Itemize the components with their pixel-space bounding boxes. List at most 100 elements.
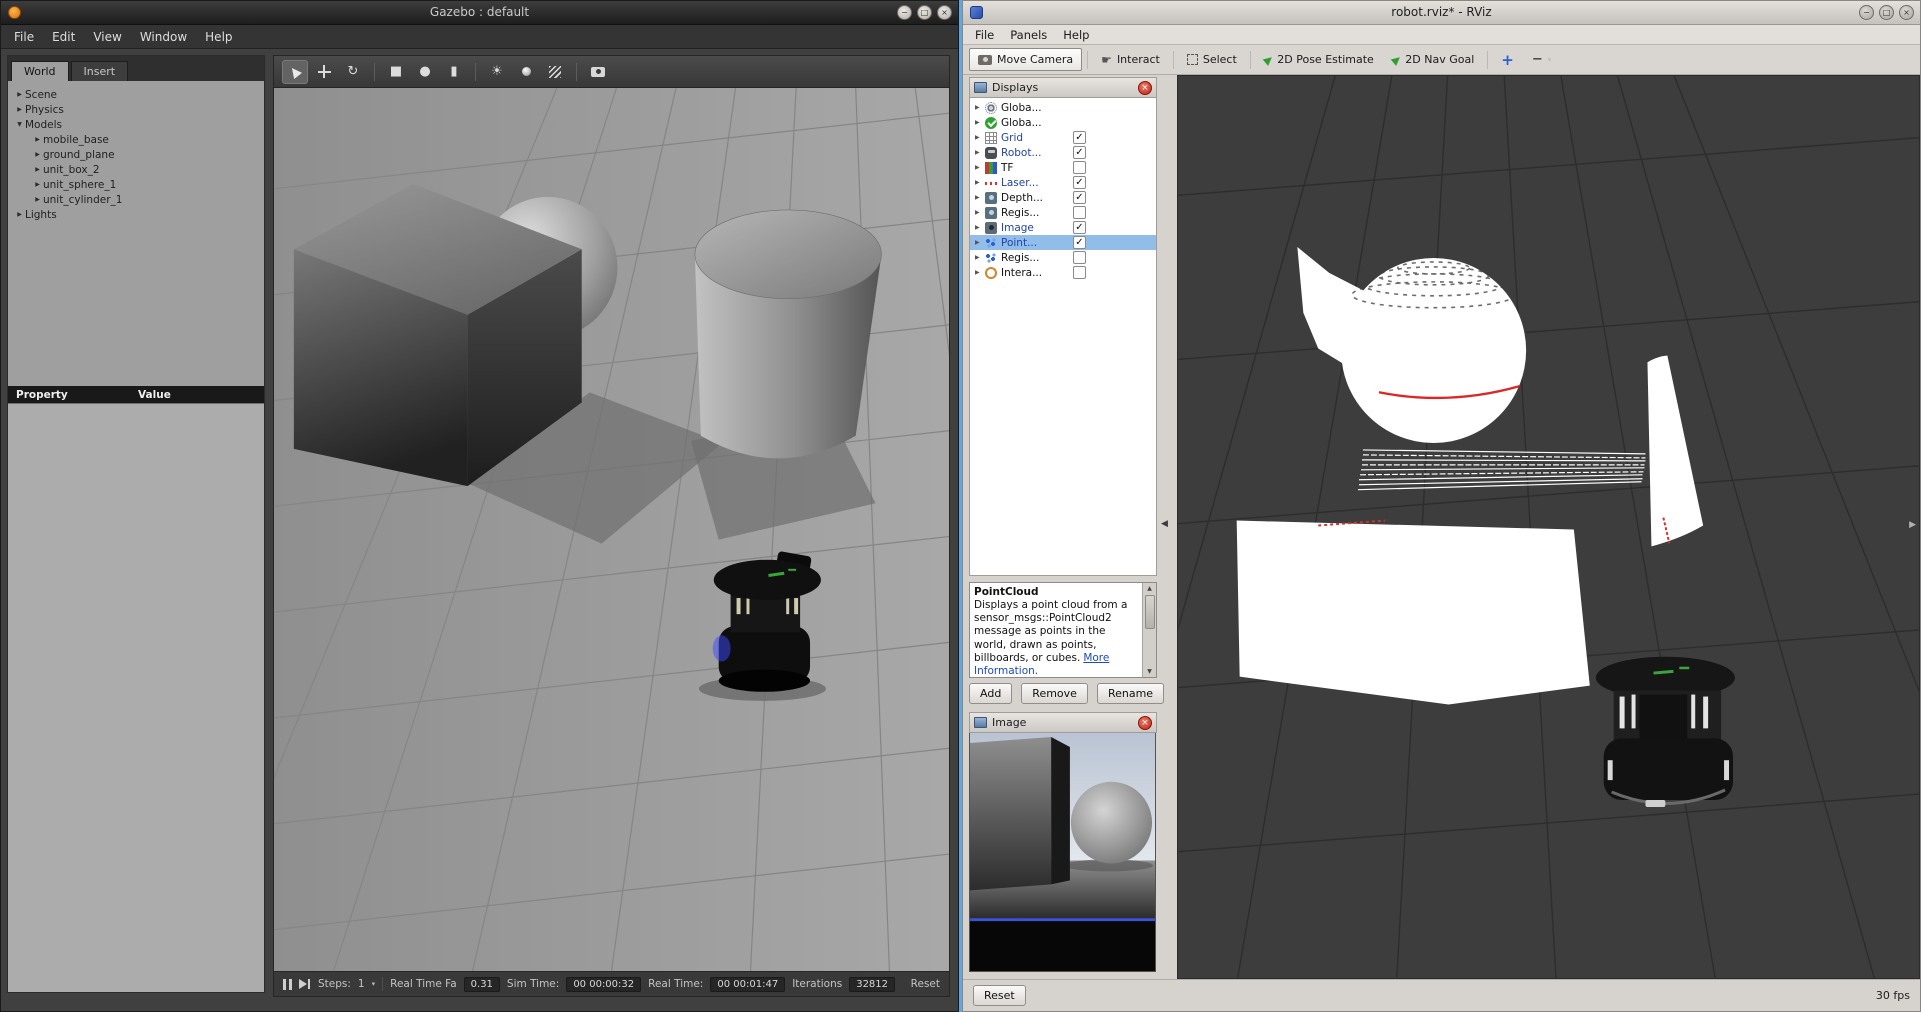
rename-display-button[interactable]: Rename [1097,683,1164,704]
expand-icon[interactable]: ▶ [975,254,985,261]
add-tool-button[interactable]: + [1493,47,1522,73]
translate-tool[interactable] [311,60,337,84]
menu-view[interactable]: View [84,28,130,46]
scrollbar-thumb[interactable] [1145,595,1155,629]
close-button[interactable]: × [937,5,952,20]
grid-checkbox[interactable]: ✓ [1073,131,1086,144]
insert-box-tool[interactable]: ■ [383,60,409,84]
expand-icon[interactable]: ▶ [32,196,43,203]
maximize-button[interactable]: □ [917,5,932,20]
step-button[interactable] [299,979,307,989]
tool-select[interactable]: Select [1179,49,1245,70]
scroll-up-icon[interactable]: ▲ [1143,585,1156,593]
display-row-image[interactable]: ▶ Image ✓ [970,220,1156,235]
gazebo-3d-scene[interactable] [274,88,949,971]
display-row-laserscan[interactable]: ▶ Laser... ✓ [970,175,1156,190]
display-row-grid[interactable]: ▶ Grid ✓ [970,130,1156,145]
menu-help[interactable]: Help [196,28,241,46]
spot-light-tool[interactable] [513,60,539,84]
insert-sphere-tool[interactable]: ● [412,60,438,84]
expand-icon[interactable]: ▶ [975,104,985,111]
expand-icon[interactable]: ▶ [14,106,25,113]
display-row-global-options[interactable]: ▶ Globa... [970,100,1156,115]
laserscan-checkbox[interactable]: ✓ [1073,176,1086,189]
close-displays-button[interactable]: × [1138,81,1152,95]
collapse-icon[interactable]: ▼ [14,121,25,128]
tree-item-unit-sphere[interactable]: ▶ unit_sphere_1 [8,177,264,192]
collapse-panel-arrow[interactable]: ◀ [1161,519,1168,529]
expand-icon[interactable]: ▶ [975,179,985,186]
menu-window[interactable]: Window [131,28,196,46]
display-row-depthcloud[interactable]: ▶ Depth... ✓ [970,190,1156,205]
steps-spinner[interactable]: ▾ [372,980,376,988]
display-row-registered-pointcloud[interactable]: ▶ Regis... [970,250,1156,265]
tab-world[interactable]: World [11,61,69,81]
expand-icon[interactable]: ▶ [975,134,985,141]
display-row-pointcloud[interactable]: ▶ Point... ✓ [970,235,1156,250]
tool-2d-nav-goal[interactable]: ▶ 2D Nav Goal [1384,49,1482,70]
unit-cylinder[interactable] [695,210,882,458]
registered-depthcloud-checkbox[interactable] [1073,206,1086,219]
expand-icon[interactable]: ▶ [32,136,43,143]
tool-interact[interactable]: ☛ Interact [1093,49,1168,71]
tool-move-camera[interactable]: Move Camera [969,48,1082,71]
image-panel-header[interactable]: Image × [969,712,1157,733]
tree-item-unit-cylinder[interactable]: ▶ unit_cylinder_1 [8,192,264,207]
expand-icon[interactable]: ▶ [975,239,985,246]
expand-icon[interactable]: ▶ [975,194,985,201]
registered-pointcloud-checkbox[interactable] [1073,251,1086,264]
display-row-global-status[interactable]: ▶ Globa... [970,115,1156,130]
reset-button[interactable]: Reset [911,978,940,990]
steps-value[interactable]: 1 [358,978,365,990]
menu-help[interactable]: Help [1055,27,1097,43]
pointcloud-checkbox[interactable]: ✓ [1073,236,1086,249]
scroll-down-icon[interactable]: ▼ [1143,668,1156,676]
rviz-3d-viewport[interactable]: ▶ [1177,75,1920,979]
add-display-button[interactable]: Add [969,683,1012,704]
description-scrollbar[interactable]: ▲ ▼ [1142,583,1156,677]
robotmodel-checkbox[interactable]: ✓ [1073,146,1086,159]
remove-tool-button[interactable]: − ▾ [1524,48,1559,71]
directional-light-tool[interactable] [542,60,568,84]
point-light-tool[interactable]: ☀ [484,60,510,84]
expand-icon[interactable]: ▶ [975,149,985,156]
menu-panels[interactable]: Panels [1002,27,1055,43]
expand-icon[interactable]: ▶ [975,224,985,231]
menu-file[interactable]: File [967,27,1002,43]
gazebo-titlebar[interactable]: Gazebo : default − □ × [1,1,958,25]
tree-item-scene[interactable]: ▶ Scene [8,87,264,102]
expand-icon[interactable]: ▶ [32,151,43,158]
displays-panel-header[interactable]: Displays × [969,77,1157,98]
depthcloud-checkbox[interactable]: ✓ [1073,191,1086,204]
interactive-markers-checkbox[interactable] [1073,266,1086,279]
expand-icon[interactable]: ▶ [975,209,985,216]
reset-button[interactable]: Reset [973,985,1026,1006]
tool-2d-pose-estimate[interactable]: ▶ 2D Pose Estimate [1256,49,1382,70]
rotate-tool[interactable]: ↻ [340,60,366,84]
tf-checkbox[interactable] [1073,161,1086,174]
screenshot-tool[interactable] [585,60,611,84]
expand-views-arrow[interactable]: ▶ [1909,520,1916,530]
close-button[interactable]: × [1899,5,1914,20]
remove-display-button[interactable]: Remove [1021,683,1088,704]
expand-icon[interactable]: ▶ [32,166,43,173]
display-row-tf[interactable]: ▶ TF [970,160,1156,175]
tree-item-physics[interactable]: ▶ Physics [8,102,264,117]
menu-edit[interactable]: Edit [43,28,84,46]
tab-insert[interactable]: Insert [71,61,129,81]
close-image-button[interactable]: × [1138,716,1152,730]
expand-icon[interactable]: ▶ [14,211,25,218]
tree-item-ground-plane[interactable]: ▶ ground_plane [8,147,264,162]
expand-icon[interactable]: ▶ [975,269,985,276]
menu-file[interactable]: File [5,28,43,46]
expand-icon[interactable]: ▶ [975,119,985,126]
tree-item-mobile-base[interactable]: ▶ mobile_base [8,132,264,147]
maximize-button[interactable]: □ [1879,5,1894,20]
insert-cylinder-tool[interactable]: ▮ [441,60,467,84]
display-row-robotmodel[interactable]: ▶ Robot... ✓ [970,145,1156,160]
minimize-button[interactable]: − [897,5,912,20]
display-row-registered-depthcloud[interactable]: ▶ Regis... [970,205,1156,220]
expand-icon[interactable]: ▶ [32,181,43,188]
tree-item-models[interactable]: ▼ Models [8,117,264,132]
expand-icon[interactable]: ▶ [14,91,25,98]
